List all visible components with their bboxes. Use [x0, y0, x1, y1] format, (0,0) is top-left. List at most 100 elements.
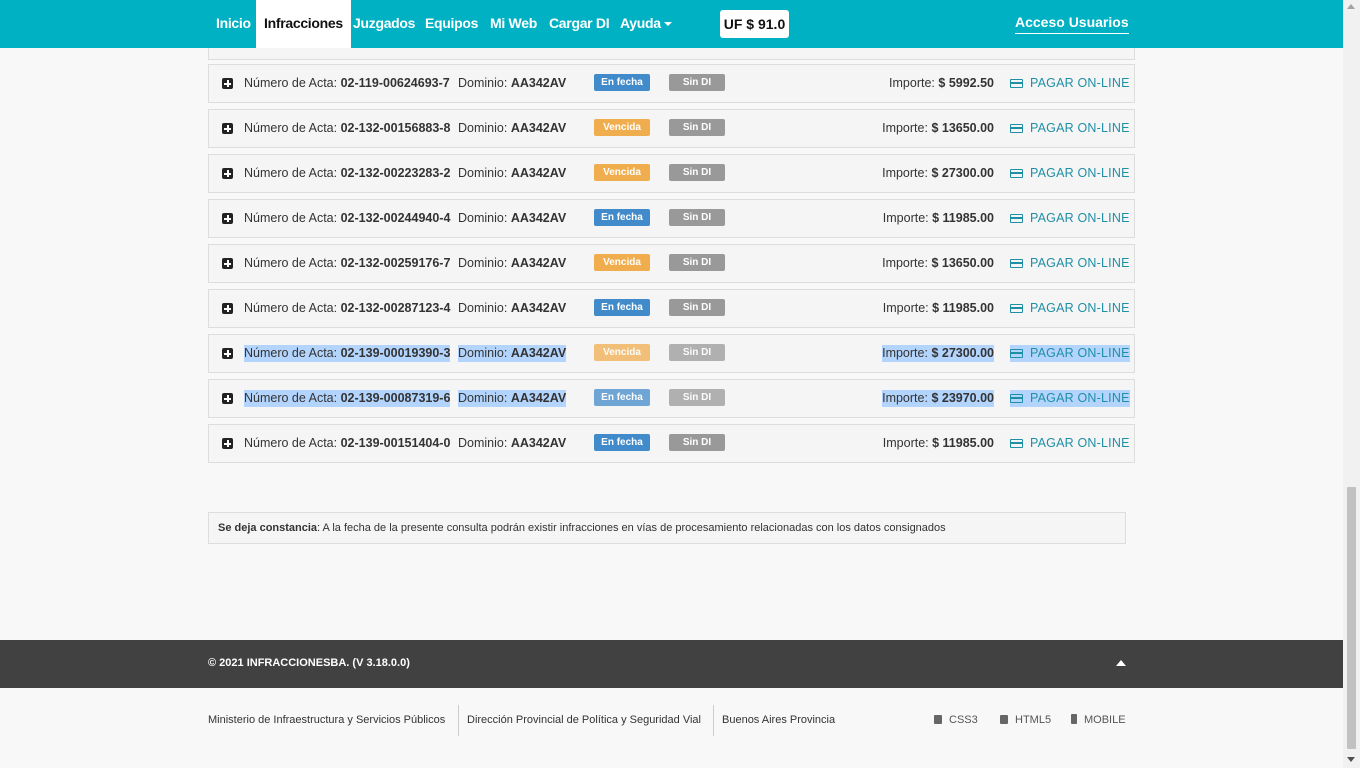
expand-plus-icon[interactable]: [222, 123, 233, 134]
dominio-value: AA342AV: [510, 436, 567, 450]
dominio-label: Dominio:: [458, 346, 508, 360]
acta-number: Número de Acta: 02-132-00223283-2: [244, 165, 450, 182]
acta-label: Número de Acta:: [244, 256, 338, 270]
dominio-label: Dominio:: [458, 391, 508, 405]
importe-label: Importe:: [882, 391, 928, 405]
importe-label: Importe:: [889, 76, 935, 90]
page-scrollbar[interactable]: [1343, 0, 1360, 768]
pay-online-button[interactable]: PAGAR ON-LINE: [1010, 75, 1130, 92]
acta-label: Número de Acta:: [244, 301, 338, 315]
pay-online-button[interactable]: PAGAR ON-LINE: [1010, 300, 1130, 317]
status-badge: En fecha: [594, 299, 650, 316]
dominio-value: AA342AV: [510, 256, 567, 270]
nav-inicio[interactable]: Inicio: [216, 0, 251, 48]
importe-value: $ 27300.00: [931, 346, 994, 360]
acta-number: Número de Acta: 02-132-00156883-8: [244, 120, 450, 137]
dominio-label: Dominio:: [458, 166, 508, 180]
tech-mobile: MOBILE: [1071, 714, 1126, 726]
credit-card-icon: [1010, 169, 1023, 178]
dominio-value: AA342AV: [510, 76, 567, 90]
pay-online-button[interactable]: PAGAR ON-LINE: [1010, 120, 1130, 137]
expand-plus-icon[interactable]: [222, 168, 233, 179]
expand-plus-icon[interactable]: [222, 213, 233, 224]
acta-list: Número de Acta: 02-119-00624693-7 Dominio…: [208, 64, 1135, 469]
pay-online-button[interactable]: PAGAR ON-LINE: [1010, 165, 1130, 182]
acta-label: Número de Acta:: [244, 391, 338, 405]
footer-divider: [458, 705, 459, 736]
expand-plus-icon[interactable]: [222, 303, 233, 314]
dominio: Dominio: AA342AV: [458, 300, 566, 317]
pay-online-button[interactable]: PAGAR ON-LINE: [1010, 435, 1130, 452]
scroll-up-arrow-icon[interactable]: [1347, 4, 1355, 9]
uf-value-badge: UF $ 91.0: [720, 10, 789, 38]
pay-online-label: PAGAR ON-LINE: [1030, 436, 1130, 450]
importe: Importe: $ 27300.00: [882, 165, 994, 182]
acta-row: Número de Acta: 02-132-00244940-4 Dominio…: [208, 199, 1135, 238]
footer-divider: [713, 705, 714, 736]
importe-label: Importe:: [882, 166, 928, 180]
pay-online-button[interactable]: PAGAR ON-LINE: [1010, 390, 1130, 407]
di-badge: Sin DI: [669, 434, 725, 451]
tech-html5: HTML5: [1000, 714, 1051, 726]
user-access-link[interactable]: Acceso Usuarios: [1015, 14, 1129, 34]
acta-number: Número de Acta: 02-132-00244940-4: [244, 210, 450, 227]
dominio-value: AA342AV: [510, 301, 567, 315]
expand-plus-icon[interactable]: [222, 78, 233, 89]
pay-online-button[interactable]: PAGAR ON-LINE: [1010, 345, 1130, 362]
credit-card-icon: [1010, 259, 1023, 268]
footer-link-direccion[interactable]: Dirección Provincial de Política y Segur…: [467, 714, 701, 726]
acta-number-value: 02-132-00156883-8: [340, 121, 451, 135]
pay-online-button[interactable]: PAGAR ON-LINE: [1010, 255, 1130, 272]
dominio: Dominio: AA342AV: [458, 120, 566, 137]
dominio: Dominio: AA342AV: [458, 255, 566, 272]
acta-row: Número de Acta: 02-132-00156883-8 Dominio…: [208, 109, 1135, 148]
acta-row: Número de Acta: 02-139-00019390-3 Dominio…: [208, 334, 1135, 373]
importe: Importe: $ 11985.00: [883, 435, 994, 452]
tech-css3-label: CSS3: [949, 714, 978, 726]
nav-equipos[interactable]: Equipos: [425, 0, 478, 48]
expand-plus-icon[interactable]: [222, 393, 233, 404]
dominio-label: Dominio:: [458, 121, 508, 135]
mobile-icon: [1071, 714, 1077, 724]
back-to-top-icon[interactable]: [1116, 660, 1126, 666]
acta-row: Número de Acta: 02-139-00151404-0 Dominio…: [208, 424, 1135, 463]
expand-plus-icon[interactable]: [222, 438, 233, 449]
acta-number-value: 02-139-00151404-0: [340, 436, 451, 450]
copyright-text: © 2021 INFRACCIONESBA. (V 3.18.0.0): [208, 657, 410, 669]
status-badge: Vencida: [594, 344, 650, 361]
notice-text: : A la fecha de la presente consulta pod…: [317, 522, 946, 534]
acta-row: Número de Acta: 02-132-00287123-4 Dominio…: [208, 289, 1135, 328]
status-badge: Vencida: [594, 164, 650, 181]
pay-online-label: PAGAR ON-LINE: [1030, 346, 1130, 360]
acta-number-value: 02-132-00244940-4: [340, 211, 451, 225]
expand-plus-icon[interactable]: [222, 348, 233, 359]
acta-label: Número de Acta:: [244, 76, 338, 90]
dominio: Dominio: AA342AV: [458, 435, 566, 452]
nav-mi-web[interactable]: Mi Web: [490, 0, 537, 48]
pay-online-button[interactable]: PAGAR ON-LINE: [1010, 210, 1130, 227]
importe: Importe: $ 11985.00: [883, 300, 994, 317]
pay-online-label: PAGAR ON-LINE: [1030, 391, 1130, 405]
nav-juzgados[interactable]: Juzgados: [353, 0, 415, 48]
importe-label: Importe:: [882, 436, 929, 450]
expand-plus-icon[interactable]: [222, 258, 233, 269]
nav-cargar-di[interactable]: Cargar DI: [549, 0, 610, 48]
scroll-down-arrow-icon[interactable]: [1347, 757, 1355, 762]
footer-link-provincia[interactable]: Buenos Aires Provincia: [722, 714, 835, 726]
dominio: Dominio: AA342AV: [458, 210, 566, 227]
acta-row: Número de Acta: 02-132-00223283-2 Dominio…: [208, 154, 1135, 193]
status-badge: En fecha: [594, 434, 650, 451]
importe: Importe: $ 23970.00: [882, 390, 994, 407]
nav-ayuda-dropdown[interactable]: Ayuda: [620, 0, 672, 48]
dominio-label: Dominio:: [458, 301, 508, 315]
previous-panel-edge: [208, 48, 1135, 60]
nav-infracciones[interactable]: Infracciones: [256, 0, 351, 48]
importe-value: $ 23970.00: [931, 391, 994, 405]
importe: Importe: $ 5992.50: [889, 75, 994, 92]
dominio-label: Dominio:: [458, 76, 508, 90]
scrollbar-thumb[interactable]: [1347, 487, 1356, 749]
acta-label: Número de Acta:: [244, 166, 338, 180]
footer-links: Ministerio de Infraestructura y Servicio…: [0, 688, 1343, 768]
footer-link-ministerio[interactable]: Ministerio de Infraestructura y Servicio…: [208, 714, 445, 726]
status-badge: En fecha: [594, 74, 650, 91]
